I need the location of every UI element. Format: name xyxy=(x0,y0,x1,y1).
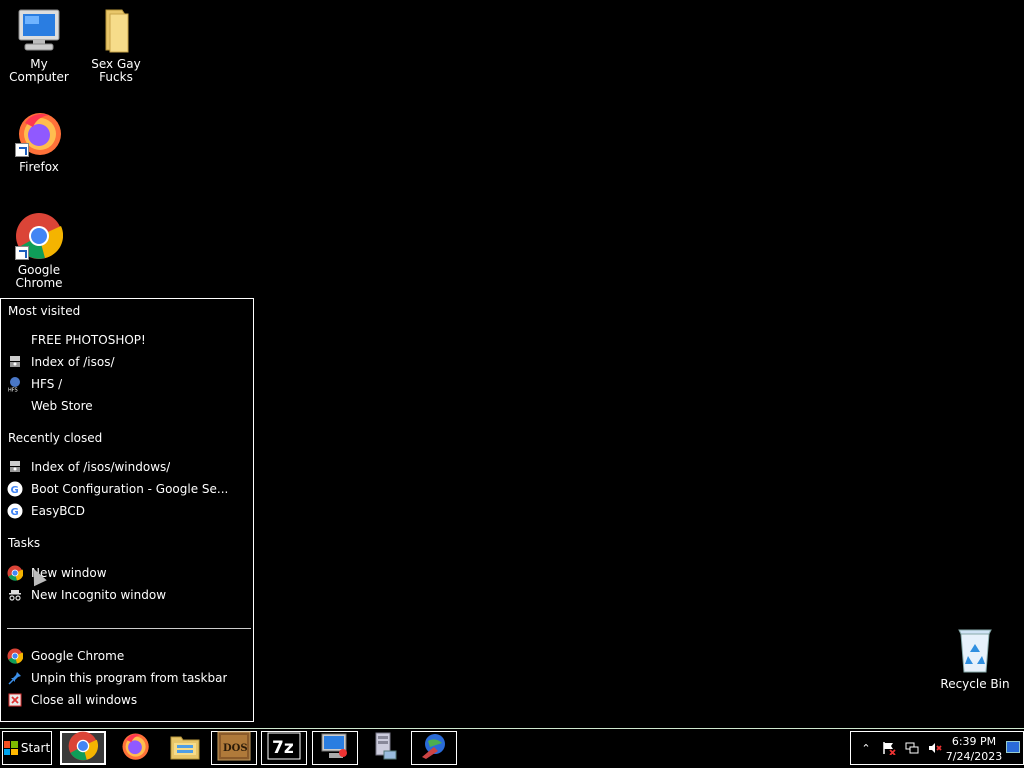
unpin-icon xyxy=(7,670,23,686)
jumplist-item[interactable]: G Boot Configuration - Google Se... xyxy=(7,479,247,499)
computer-app-icon xyxy=(319,731,351,765)
desktop-icon-firefox[interactable]: Firefox xyxy=(0,109,78,174)
server-app-icon xyxy=(370,731,400,765)
start-button[interactable]: Start xyxy=(2,731,52,765)
jumplist-footer-google-chrome[interactable]: Google Chrome xyxy=(7,646,247,666)
jumplist-item-label: New Incognito window xyxy=(31,588,167,602)
taskbar-button-chrome[interactable] xyxy=(60,731,106,765)
desktop-icon-label: Recycle Bin xyxy=(940,677,1010,691)
hfs-icon: HFS xyxy=(7,376,23,392)
jumplist-header-tasks: Tasks xyxy=(8,536,41,550)
start-label: Start xyxy=(20,741,51,755)
jumplist-item-label: Boot Configuration - Google Se... xyxy=(31,482,229,496)
blank-page-icon xyxy=(7,332,23,348)
desktop-icon-label: Firefox xyxy=(19,160,59,174)
jumplist-item[interactable]: FREE PHOTOSHOP! xyxy=(7,330,247,350)
7zip-icon: 7z xyxy=(267,732,301,764)
chrome-jump-list: Most visited FREE PHOTOSHOP! Index of /i… xyxy=(0,298,254,722)
chrome-icon xyxy=(7,648,23,664)
taskbar-button-computer-app[interactable] xyxy=(312,731,358,765)
desktop-icon-my-computer[interactable]: My Computer xyxy=(0,6,78,84)
server-icon xyxy=(7,354,23,370)
jumplist-item-label: Close all windows xyxy=(31,693,138,707)
taskbar-button-dosbox[interactable]: DOS xyxy=(211,731,257,765)
my-computer-icon xyxy=(15,6,63,54)
system-tray: ⌃ 6:39 PM 7/24/2023 xyxy=(850,731,1024,765)
dosbox-icon: DOS xyxy=(217,731,251,765)
jumplist-item-label: Index of /isos/ xyxy=(31,355,115,369)
blank-page-icon xyxy=(7,398,23,414)
jumplist-header-most-visited: Most visited xyxy=(8,304,81,318)
svg-text:7z: 7z xyxy=(272,738,294,758)
desktop-icon-label: My Computer xyxy=(9,57,69,84)
shortcut-arrow-icon xyxy=(15,143,29,157)
jumplist-header-recently-closed: Recently closed xyxy=(8,431,103,445)
google-icon: G xyxy=(7,503,23,519)
globe-app-icon xyxy=(418,731,450,765)
server-icon xyxy=(7,459,23,475)
jumplist-item-label: Unpin this program from taskbar xyxy=(31,671,228,685)
clock-time: 6:39 PM xyxy=(951,735,997,748)
chrome-icon xyxy=(68,731,99,765)
jumplist-item-label: FREE PHOTOSHOP! xyxy=(31,333,146,347)
taskbar-button-7zip[interactable]: 7z xyxy=(261,731,307,765)
volume-muted-icon[interactable] xyxy=(927,740,943,756)
action-center-icon[interactable] xyxy=(881,740,897,756)
show-hidden-icon[interactable]: ⌃ xyxy=(858,740,874,756)
svg-text:HFS: HFS xyxy=(8,388,18,393)
taskbar-button-globe-app[interactable] xyxy=(411,731,457,765)
jumplist-task-new-incognito-window[interactable]: New Incognito window xyxy=(7,585,247,605)
jumplist-footer-unpin[interactable]: Unpin this program from taskbar xyxy=(7,668,247,688)
svg-text:DOS: DOS xyxy=(223,743,248,754)
incognito-icon xyxy=(7,587,23,603)
svg-text:G: G xyxy=(11,507,19,518)
jumplist-item-label: Index of /isos/windows/ xyxy=(31,460,171,474)
jumplist-separator xyxy=(7,628,251,629)
desktop-icon-label: Sex Gay Fucks xyxy=(91,57,141,84)
firefox-icon xyxy=(15,109,63,157)
jumplist-item-label: EasyBCD xyxy=(31,504,85,518)
chrome-icon xyxy=(15,212,64,260)
jumplist-item-label: Web Store xyxy=(31,399,93,413)
jumplist-item[interactable]: Index of /isos/windows/ xyxy=(7,457,247,477)
network-icon[interactable] xyxy=(904,740,920,756)
taskbar-button-firefox[interactable] xyxy=(112,731,158,765)
show-desktop-button[interactable] xyxy=(1006,741,1020,753)
desktop-icon-recycle-bin[interactable]: Recycle Bin xyxy=(936,626,1014,691)
shortcut-arrow-icon xyxy=(15,246,29,260)
taskbar-button-explorer[interactable] xyxy=(162,731,208,765)
svg-text:G: G xyxy=(11,485,19,496)
folder-icon xyxy=(92,6,140,54)
clock-date: 7/24/2023 xyxy=(945,750,1003,763)
desktop-icon-label: Google Chrome xyxy=(15,263,63,290)
clock[interactable]: 6:39 PM 7/24/2023 xyxy=(943,734,1005,764)
jumplist-item[interactable]: Index of /isos/ xyxy=(7,352,247,372)
close-windows-icon xyxy=(7,692,23,708)
explorer-icon xyxy=(169,731,201,765)
windows-logo-icon xyxy=(3,741,18,755)
jumplist-item[interactable]: Web Store xyxy=(7,396,247,416)
jumplist-item-label: Google Chrome xyxy=(31,649,125,663)
jumplist-item-label: HFS / xyxy=(31,377,63,391)
jumplist-footer-close-all-windows[interactable]: Close all windows xyxy=(7,690,247,710)
taskbar: Start DOS 7z ⌃ 6:39 PM 7/24/2023 xyxy=(0,728,1024,768)
taskbar-button-server-app[interactable] xyxy=(362,731,408,765)
desktop: My Computer Sex Gay Fucks Firefox Google… xyxy=(0,0,1024,728)
jumplist-item[interactable]: G EasyBCD xyxy=(7,501,247,521)
desktop-icon-folder[interactable]: Sex Gay Fucks xyxy=(77,6,155,84)
jumplist-item[interactable]: HFS HFS / xyxy=(7,374,247,394)
firefox-icon xyxy=(120,731,150,765)
google-icon: G xyxy=(7,481,23,497)
recycle-bin-icon xyxy=(951,626,999,674)
desktop-icon-google-chrome[interactable]: Google Chrome xyxy=(0,212,78,290)
chrome-icon xyxy=(7,565,23,581)
